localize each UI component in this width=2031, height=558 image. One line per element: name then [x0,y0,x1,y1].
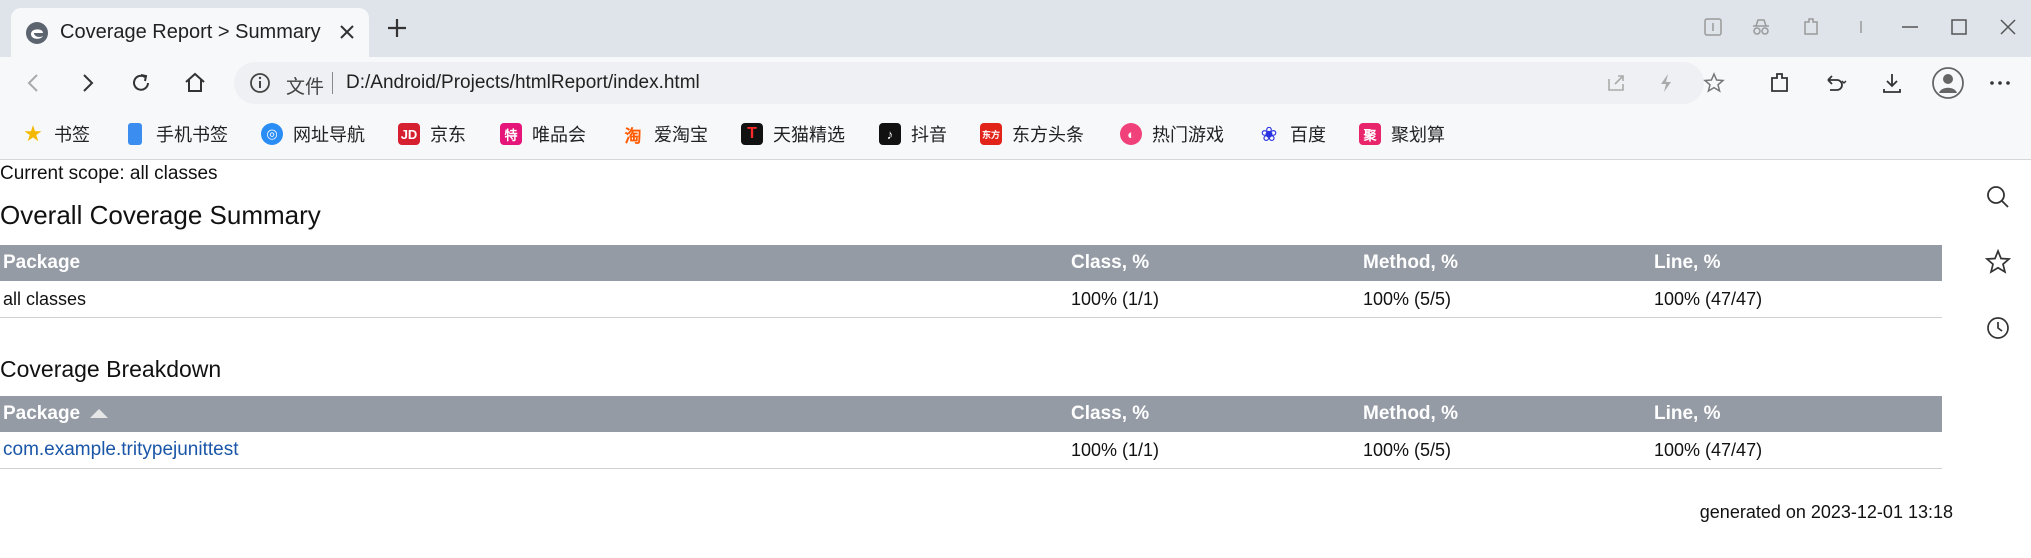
sort-ascending-icon[interactable] [90,409,109,419]
bookmark-item[interactable]: 淘 爱淘宝 [622,121,709,147]
favorites-star-icon[interactable] [1984,248,2012,276]
taobao-icon: 淘 [624,126,642,146]
url-text[interactable]: D:/Android/Projects/htmlReport/index.htm… [346,72,700,94]
boost-icon[interactable] [1654,71,1678,95]
generated-timestamp: generated on 2023-12-01 13:18 [1699,502,1953,522]
baidu-icon: ❀ [1260,123,1278,146]
more-menu-icon[interactable] [1986,69,2014,97]
overall-coverage-title: Overall Coverage Summary [0,200,321,230]
douyin-icon: ♪ [879,123,901,145]
phone-icon [128,123,142,145]
undo-icon[interactable] [1820,69,1848,97]
col-package: Package [3,252,81,273]
active-tab[interactable]: Coverage Report > Summary [11,8,369,57]
line-cell: 100% (47/47) [1654,289,1763,309]
bookmark-item[interactable]: ◎ 网址导航 [261,121,365,147]
package-link[interactable]: com.example.tritypejunittest [3,439,239,461]
method-cell: 100% (5/5) [1363,289,1452,309]
tab-title: Coverage Report > Summary [60,21,321,43]
history-clock-icon[interactable] [1984,314,2012,342]
minimize-icon[interactable] [1897,14,1923,40]
bookmark-item[interactable]: ★ 书签 [22,121,90,147]
bookmark-item[interactable]: 特 唯品会 [500,121,586,147]
file-label: 文件 [286,77,325,98]
close-tab-icon[interactable] [335,20,359,44]
toolbar: 文件 D:/Android/Projects/htmlReport/index.… [0,57,2031,109]
bookmark-item[interactable]: ◐ 热门游戏 [1120,121,1224,147]
new-tab-icon[interactable] [383,14,411,42]
class-cell: 100% (1/1) [1071,440,1160,460]
report-content: Current scope: all classes Overall Cover… [0,160,1953,558]
workspaces-icon[interactable] [1700,14,1726,40]
share-icon[interactable] [1604,71,1628,95]
incognito-icon[interactable] [1748,14,1774,40]
bookmark-item[interactable]: ❀ 百度 [1258,121,1326,147]
nav-icon: ◎ [261,123,283,145]
col-line: Line, % [1654,252,1721,273]
bookmark-item[interactable]: JD 京东 [398,121,466,147]
class-cell: 100% (1/1) [1071,289,1160,309]
col-package-sortable[interactable]: Package [3,403,109,425]
refresh-icon[interactable] [127,69,155,97]
back-icon[interactable] [20,69,48,97]
info-icon[interactable] [248,71,272,95]
jd-icon: JD [398,123,420,145]
col-class[interactable]: Class, % [1071,403,1149,425]
method-cell: 100% (5/5) [1363,440,1452,460]
extensions-icon[interactable] [1798,14,1824,40]
vip-icon: 特 [500,123,522,145]
bookmark-item[interactable]: T 天猫精选 [741,121,845,147]
separator-icon [1860,21,1862,33]
col-line[interactable]: Line, % [1654,403,1721,425]
right-sidebar [1964,160,2031,558]
breakdown-table-header: Package Class, % Method, % Line, % [0,396,1942,432]
download-icon[interactable] [1878,69,1906,97]
address-bar[interactable]: 文件 D:/Android/Projects/htmlReport/index.… [234,62,1725,104]
table-row: all classes 100% (1/1) 100% (5/5) 100% (… [0,281,1942,318]
tab-strip: Coverage Report > Summary [0,0,2031,57]
address-separator [332,72,333,94]
game-icon: ◐ [1120,123,1142,145]
dongfang-icon: 东方 [980,123,1002,145]
tmall-icon: T [741,123,763,145]
star-icon: ★ [23,121,43,146]
overall-table-header: Package Class, % Method, % Line, % [0,245,1942,281]
table-row: com.example.tritypejunittest 100% (1/1) … [0,432,1942,469]
current-scope: Current scope: all classes [0,163,218,184]
line-cell: 100% (47/47) [1654,440,1763,460]
close-window-icon[interactable] [1995,14,2021,40]
extension-puzzle-icon[interactable] [1766,69,1794,97]
bookmark-item[interactable]: ♪ 抖音 [879,121,947,147]
favorite-star-icon[interactable] [1702,71,1726,95]
bookmark-item[interactable]: 手机书签 [124,121,228,147]
col-method: Method, % [1363,252,1458,273]
forward-icon[interactable] [73,69,101,97]
coverage-breakdown-title: Coverage Breakdown [0,356,222,382]
col-package-label: Package [3,403,81,424]
bookmark-item[interactable]: 东方 东方头条 [980,121,1084,147]
home-icon[interactable] [181,69,209,97]
bookmarks-bar: ★ 书签 手机书签 ◎ 网址导航 JD 京东 特 唯品会 淘 爱淘宝 T 天猫精… [0,109,2031,160]
edge-favicon-icon [26,22,48,44]
juhuasuan-icon: 聚 [1359,123,1381,145]
bookmark-item[interactable]: 聚 聚划算 [1359,121,1445,147]
col-class: Class, % [1071,252,1150,273]
package-cell: all classes [3,289,87,309]
maximize-icon[interactable] [1946,14,1972,40]
profile-avatar-icon[interactable] [1932,67,1964,99]
search-icon[interactable] [1984,183,2012,211]
col-method[interactable]: Method, % [1363,403,1458,425]
